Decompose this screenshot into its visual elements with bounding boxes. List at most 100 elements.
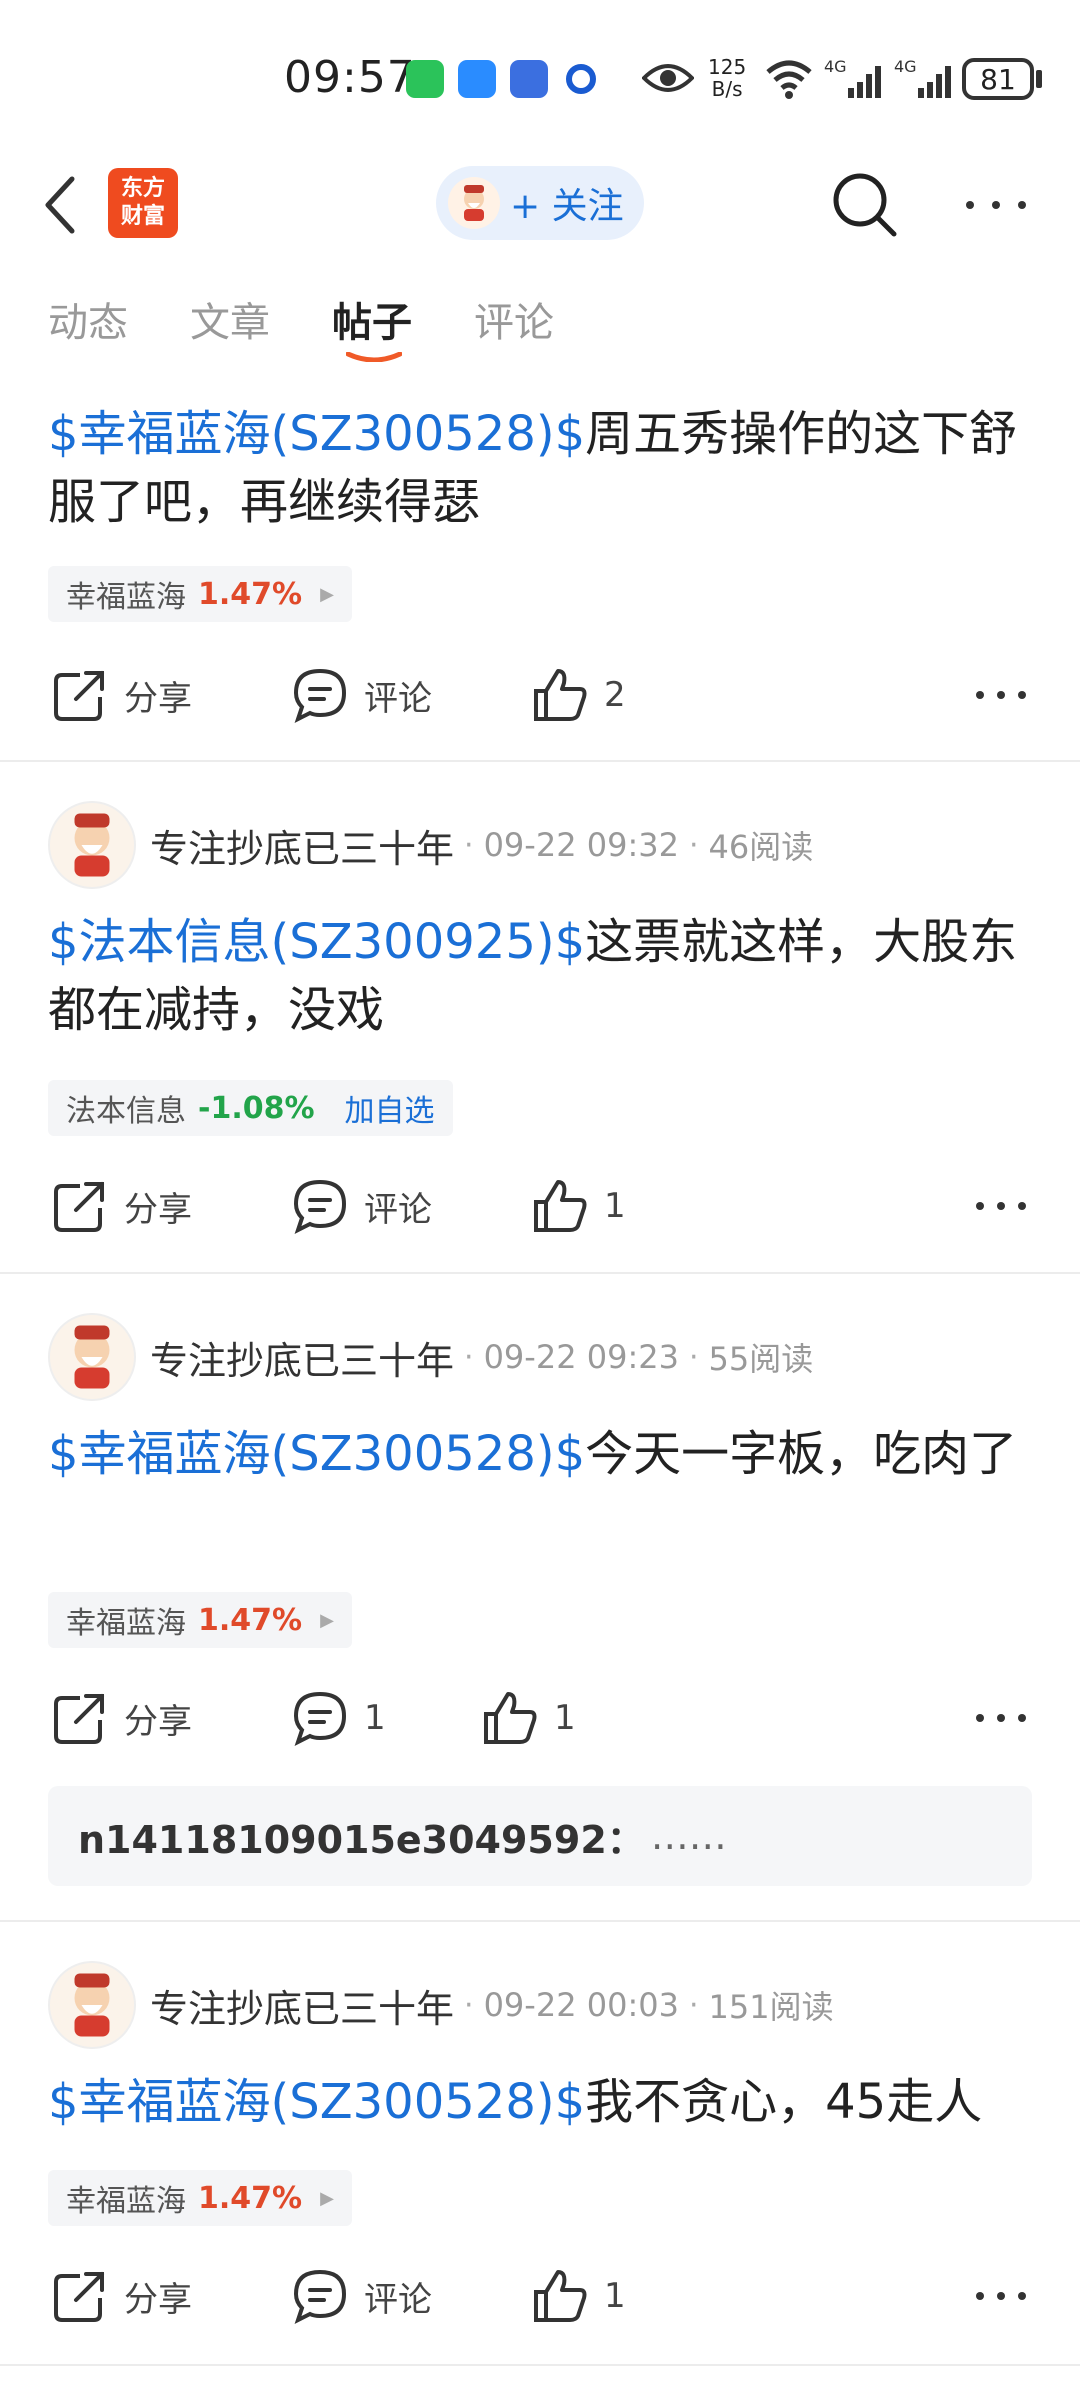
dot xyxy=(997,691,1005,699)
post-time: 09-22 09:23 xyxy=(483,1338,679,1376)
app-logo: 东方 财富 xyxy=(108,168,178,238)
meta-separator: · xyxy=(688,1987,699,2023)
author-avatar[interactable] xyxy=(48,1313,136,1401)
dot xyxy=(997,2292,1005,2300)
comment-button[interactable]: 评论 xyxy=(290,2256,432,2336)
post-actions: 分享 评论 1 xyxy=(0,2256,1080,2336)
post-actions: 分享 评论 2 xyxy=(0,655,1080,735)
comment-button[interactable]: 1 xyxy=(290,1678,386,1758)
post-more-button[interactable] xyxy=(976,2256,1026,2336)
stock-change: 1.47% xyxy=(198,2180,303,2216)
post-body: $幸福蓝海(SZ300528)$我不贪心，45走人 xyxy=(48,2074,983,2130)
add-watchlist-button[interactable]: 加自选 xyxy=(345,1086,435,1130)
share-icon xyxy=(54,671,104,721)
dot xyxy=(976,1202,984,1210)
stock-cashtag[interactable]: $法本信息(SZ300925)$ xyxy=(48,914,585,970)
post-more-button[interactable] xyxy=(976,655,1026,735)
post-meta: 专注抄底已三十年 · 09-22 00:03 · 151阅读 xyxy=(48,1960,834,2050)
stock-chip[interactable]: 幸福蓝海 1.47% ▶ xyxy=(48,2170,352,2226)
more-button[interactable] xyxy=(966,190,1026,220)
svg-text:4G: 4G xyxy=(824,57,847,76)
dot xyxy=(966,201,974,209)
comment-icon xyxy=(293,1179,347,1234)
author-avatar[interactable] xyxy=(48,801,136,889)
signal-icon: 4G xyxy=(894,57,951,98)
author-avatar[interactable] xyxy=(48,1961,136,2049)
like-button[interactable]: 1 xyxy=(530,2256,626,2336)
dot xyxy=(976,1714,984,1722)
post-meta: 专注抄底已三十年 · 09-22 09:23 · 55阅读 xyxy=(48,1312,813,1402)
meta-separator: · xyxy=(688,827,699,863)
stock-cashtag[interactable]: $幸福蓝海(SZ300528)$ xyxy=(48,2074,585,2130)
status-time: 09:57 xyxy=(284,52,416,103)
stock-chip[interactable]: 法本信息 -1.08% 加自选 xyxy=(48,1080,453,1136)
chevron-right-icon: ▶ xyxy=(320,2187,334,2209)
share-button[interactable]: 分享 xyxy=(50,1678,192,1758)
tab-posts[interactable]: 帖子 xyxy=(332,290,412,380)
author-name[interactable]: 专注抄底已三十年 xyxy=(150,1330,454,1385)
dot xyxy=(992,201,1000,209)
share-button[interactable]: 分享 xyxy=(50,655,192,735)
dot xyxy=(1018,201,1026,209)
stock-cashtag[interactable]: $幸福蓝海(SZ300528)$ xyxy=(48,1426,585,1482)
comment-button[interactable]: 评论 xyxy=(290,1166,432,1246)
fortune-god-icon xyxy=(74,813,110,877)
stock-change: 1.47% xyxy=(198,576,303,612)
tab-underline xyxy=(346,352,402,362)
post-time: 09-22 09:32 xyxy=(483,826,679,864)
like-button[interactable]: 1 xyxy=(480,1678,576,1758)
thumbs-up-icon xyxy=(484,1692,537,1744)
dot xyxy=(1018,691,1026,699)
signal-icon: 4G xyxy=(824,57,881,98)
meta-separator: · xyxy=(464,827,474,863)
search-button[interactable] xyxy=(830,170,900,240)
tab-dynamics[interactable]: 动态 xyxy=(48,290,128,380)
fortune-god-icon xyxy=(74,1325,110,1389)
post-card[interactable]: 专注抄底已三十年 · 09-22 09:23 · 55阅读 $幸福蓝海(SZ30… xyxy=(0,1274,1080,1922)
post-card[interactable]: 专注抄底已三十年 · 09-22 09:32 · 46阅读 $法本信息(SZ30… xyxy=(0,762,1080,1274)
post-actions: 分享 评论 1 xyxy=(0,1166,1080,1246)
author-name[interactable]: 专注抄底已三十年 xyxy=(150,818,454,873)
stock-chip[interactable]: 幸福蓝海 1.47% ▶ xyxy=(48,1592,352,1648)
tab-articles[interactable]: 文章 xyxy=(190,290,270,380)
comment-button[interactable]: 评论 xyxy=(290,655,432,735)
thumbs-up-icon xyxy=(534,1180,587,1232)
share-button[interactable]: 分享 xyxy=(50,2256,192,2336)
chevron-right-icon: ▶ xyxy=(320,1609,334,1631)
read-count: 151阅读 xyxy=(708,1988,834,2026)
author-name[interactable]: 专注抄底已三十年 xyxy=(150,1978,454,2033)
bank-icon xyxy=(566,64,596,94)
follow-button[interactable]: + 关注 xyxy=(436,166,644,240)
stock-name: 法本信息 xyxy=(66,1094,186,1129)
tab-comments[interactable]: 评论 xyxy=(474,290,554,380)
thumbs-up-icon xyxy=(534,669,587,721)
meta-separator: · xyxy=(464,1339,474,1375)
fortune-god-icon xyxy=(74,1973,110,2037)
post-card[interactable]: 专注抄底已三十年 · 09-22 00:03 · 151阅读 $幸福蓝海(SZ3… xyxy=(0,1922,1080,2366)
meta-separator: · xyxy=(464,1987,474,2023)
battery-icon: 81 xyxy=(962,58,1034,100)
stock-cashtag[interactable]: $幸福蓝海(SZ300528)$ xyxy=(48,406,585,462)
dot xyxy=(997,1714,1005,1722)
post-actions: 分享 1 1 xyxy=(0,1678,1080,1758)
share-button[interactable]: 分享 xyxy=(50,1166,192,1246)
like-button[interactable]: 1 xyxy=(530,1166,626,1246)
wechat-icon xyxy=(406,60,444,98)
eye-icon xyxy=(642,64,694,92)
stock-name: 幸福蓝海 xyxy=(66,1606,186,1641)
like-button[interactable]: 2 xyxy=(530,655,626,735)
post-more-button[interactable] xyxy=(976,1678,1026,1758)
share-icon xyxy=(54,2272,104,2322)
post-more-button[interactable] xyxy=(976,1166,1026,1246)
svg-text:4G: 4G xyxy=(894,57,917,76)
comment-preview[interactable]: n14118109015e3049592： …… xyxy=(48,1786,1032,1886)
top-nav: 东方 财富 + 关注 xyxy=(0,150,1080,260)
search-icon xyxy=(833,173,897,237)
reply-username: n14118109015e3049592： xyxy=(78,1817,645,1862)
back-button[interactable] xyxy=(40,170,100,240)
read-count: 46阅读 xyxy=(708,828,814,866)
fortune-god-icon xyxy=(464,185,484,221)
stock-chip[interactable]: 幸福蓝海 1.47% ▶ xyxy=(48,566,352,622)
post-card[interactable]: $幸福蓝海(SZ300528)$周五秀操作的这下舒服了吧，再继续得瑟 幸福蓝海 … xyxy=(0,380,1080,762)
dot xyxy=(1018,1714,1026,1722)
